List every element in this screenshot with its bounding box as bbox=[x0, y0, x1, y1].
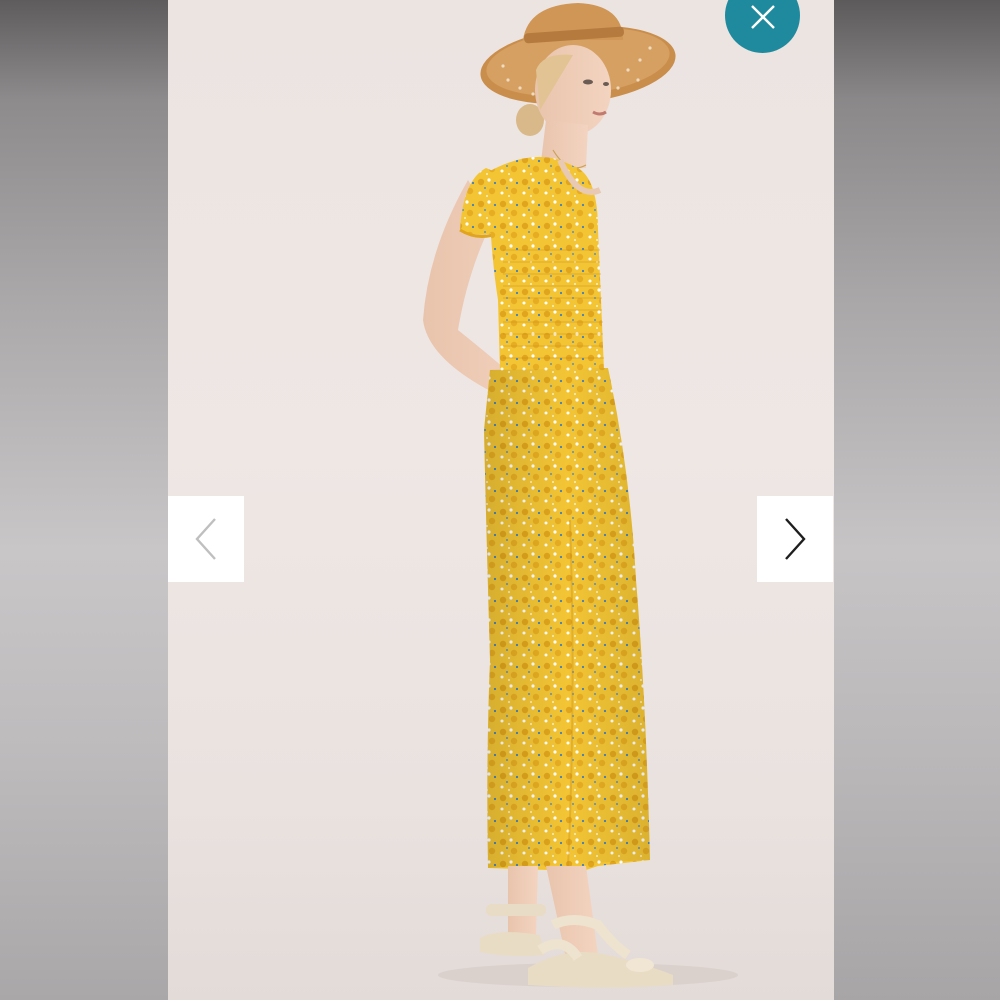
chevron-left-icon bbox=[195, 518, 216, 560]
blurred-backdrop-right bbox=[834, 0, 1000, 1000]
close-icon bbox=[750, 5, 775, 29]
product-photo bbox=[168, 0, 834, 1000]
product-photo-illustration bbox=[423, 3, 738, 988]
blurred-backdrop-left bbox=[0, 0, 168, 1000]
next-image-button[interactable] bbox=[757, 496, 833, 582]
chevron-right-icon bbox=[785, 518, 806, 560]
previous-image-button[interactable] bbox=[168, 496, 244, 582]
image-lightbox bbox=[0, 0, 1000, 1000]
